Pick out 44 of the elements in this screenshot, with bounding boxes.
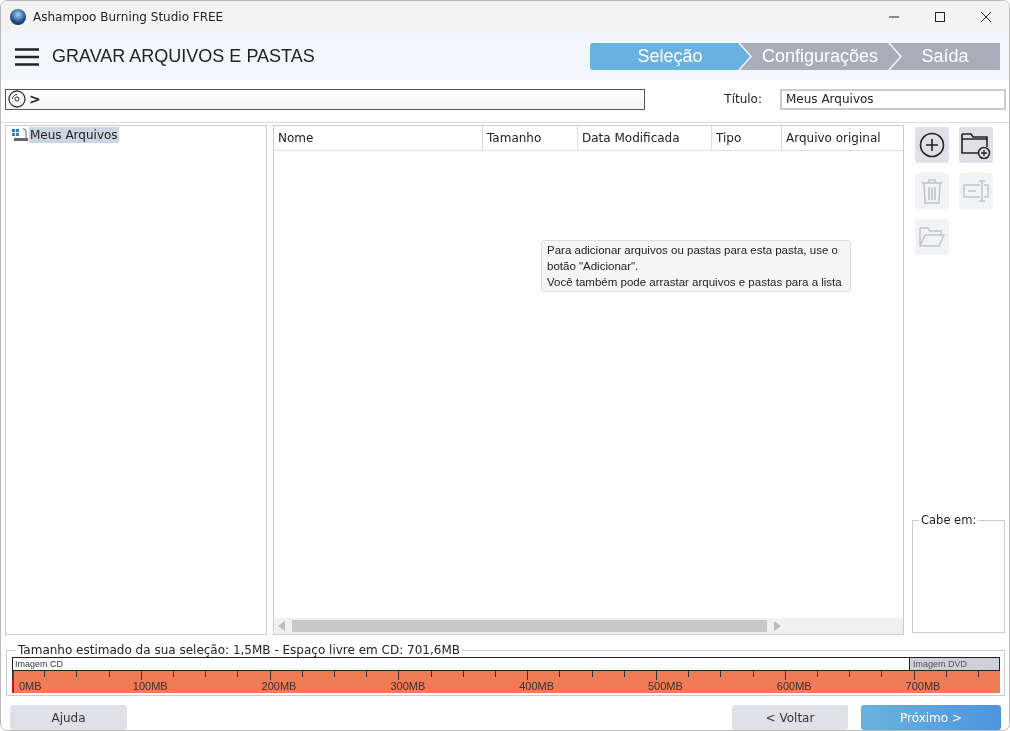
column-header[interactable]: Nome — [274, 126, 483, 150]
title-label: Título: — [724, 92, 762, 106]
maximize-icon[interactable] — [934, 11, 946, 23]
disc-icon — [8, 90, 26, 108]
tree-item[interactable]: Meus Arquivos — [29, 127, 119, 143]
ruler-label: 300MB — [389, 680, 426, 692]
folder-icon — [919, 226, 945, 248]
add-folder-button[interactable] — [959, 127, 993, 163]
title-field[interactable]: Meus Arquivos — [780, 88, 1006, 110]
scrollbar-thumb[interactable] — [292, 620, 767, 632]
ruler-label: 400MB — [518, 680, 555, 692]
scroll-right-icon[interactable] — [773, 621, 781, 631]
back-button[interactable]: < Voltar — [732, 705, 848, 730]
app-logo-icon — [10, 9, 26, 25]
capacity-summary: Tamanho estimado da sua seleção: 1,5MB - Espaço livre em CD: 701,6MB — [17, 643, 462, 657]
ruler-label: 600MB — [775, 680, 812, 692]
folder-plus-icon — [961, 131, 991, 159]
ruler-label: 100MB — [131, 680, 168, 692]
add-button[interactable] — [915, 127, 949, 163]
ruler-label: 200MB — [260, 680, 297, 692]
help-button[interactable]: Ajuda — [10, 705, 127, 730]
column-header[interactable]: Tamanho — [483, 126, 578, 150]
page-title: GRAVAR ARQUIVOS E PASTAS — [52, 46, 315, 67]
trash-icon — [921, 178, 943, 204]
ruler-label: 0MB — [18, 680, 42, 692]
column-header[interactable]: Tipo — [712, 126, 782, 150]
plus-circle-icon — [919, 132, 945, 158]
dvd-image-label: Imagem DVD — [909, 658, 999, 670]
close-icon[interactable] — [980, 11, 992, 23]
path-bar[interactable]: > — [5, 88, 645, 110]
ruler-label: 700MB — [904, 680, 941, 692]
horizontal-scrollbar[interactable] — [274, 618, 903, 634]
scroll-left-icon[interactable] — [278, 621, 286, 631]
cd-image-label: Imagem CD — [14, 658, 64, 670]
hint-text: Para adicionar arquivos ou pastas para esta pasta, use o botão "Adicionar". — [547, 243, 839, 274]
path-separator: > — [29, 91, 41, 107]
column-header[interactable]: Arquivo original — [782, 126, 903, 150]
column-header[interactable]: Data Modificada — [578, 126, 712, 150]
fits-in-label: Cabe em: — [920, 513, 978, 527]
ruler-label: 500MB — [647, 680, 683, 692]
window-title: Ashampoo Burning Studio FREE — [33, 10, 224, 24]
rename-field-icon — [962, 179, 990, 203]
hint-text: Você também pode arrastar arquivos e pastas para a lista — [547, 275, 843, 290]
menu-icon[interactable] — [15, 47, 39, 66]
